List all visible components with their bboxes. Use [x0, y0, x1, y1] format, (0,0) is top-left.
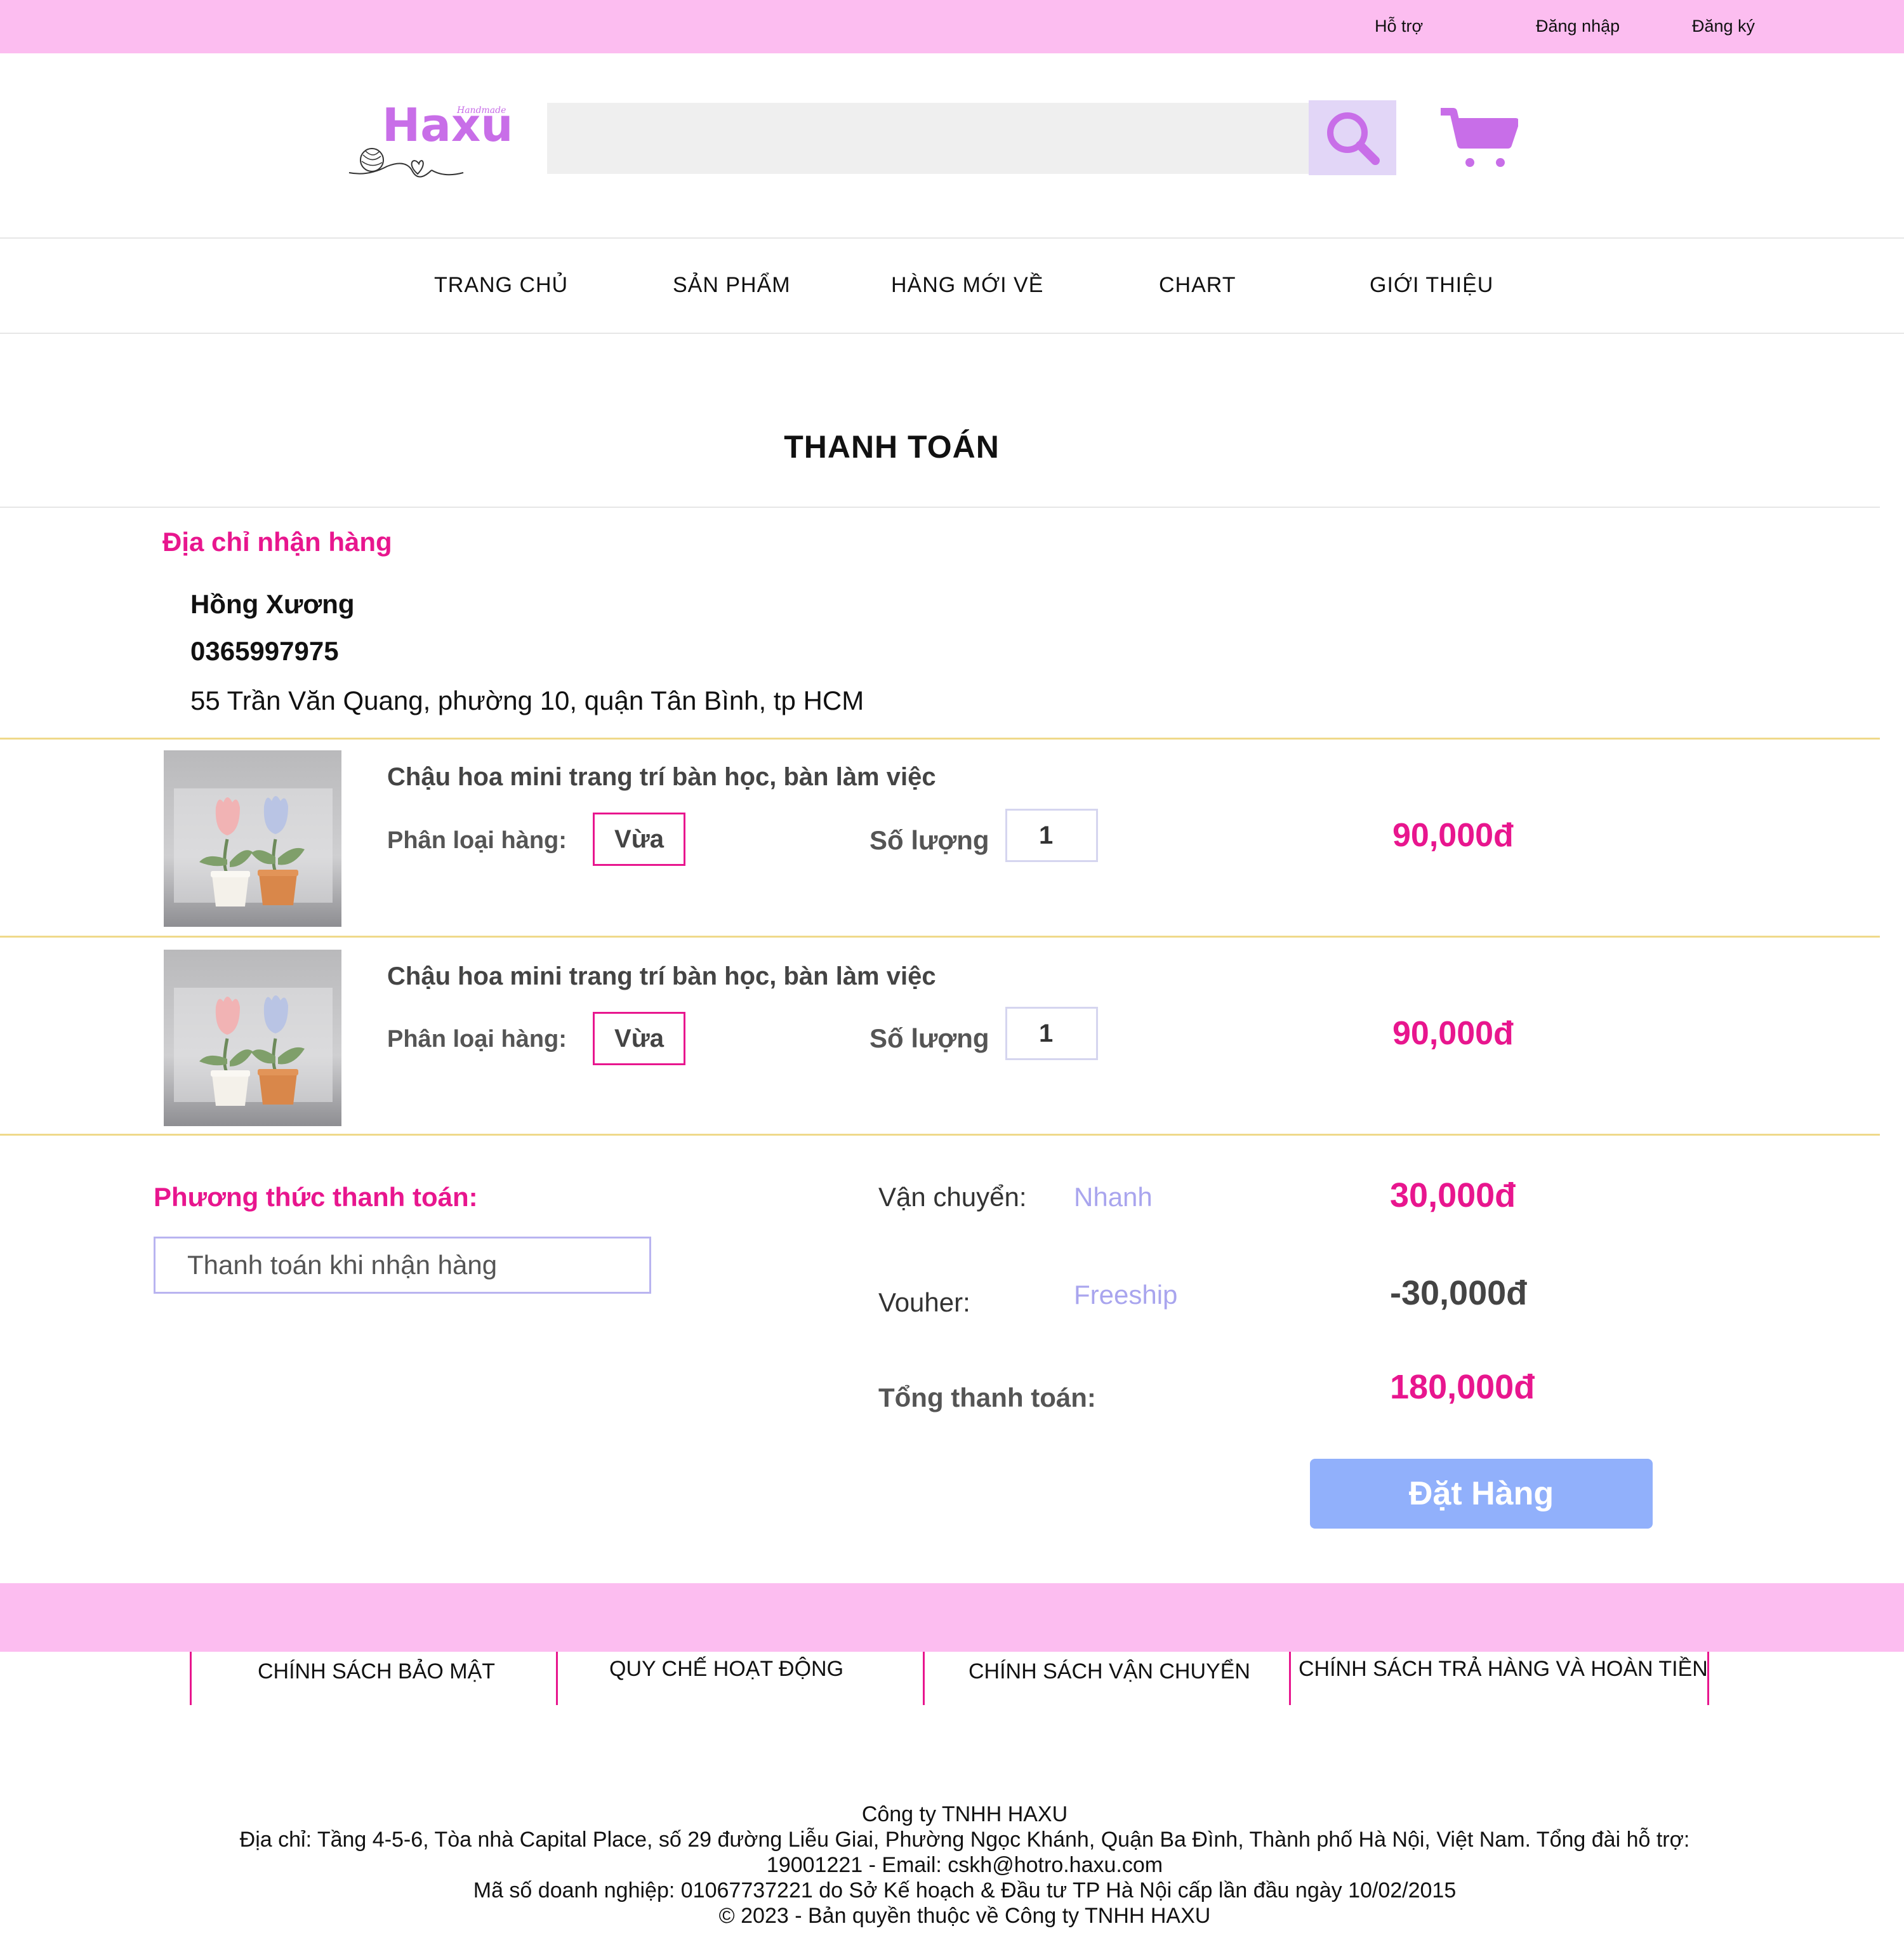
nav-new-arrivals[interactable]: HÀNG MỚI VỀ — [891, 273, 1043, 298]
login-link[interactable]: Đăng nhập — [1536, 17, 1620, 36]
shipping-amount: 30,000đ — [1390, 1176, 1516, 1214]
quantity-label: Số lượng — [869, 825, 989, 855]
search-button[interactable] — [1309, 100, 1396, 175]
product-name[interactable]: Chậu hoa mini trang trí bàn học, bàn làm… — [387, 763, 936, 792]
total-label: Tổng thanh toán: — [878, 1383, 1096, 1412]
footer-return-policy-link[interactable]: CHÍNH SÁCH TRẢ HÀNG VÀ HOÀN TIỀN — [1299, 1657, 1708, 1682]
payment-method-select[interactable]: Thanh toán khi nhận hàng — [154, 1237, 651, 1294]
quantity-input[interactable]: 1 — [1005, 1007, 1098, 1060]
shipping-type[interactable]: Nhanh — [1074, 1182, 1153, 1212]
svg-text:Handmade: Handmade — [456, 105, 506, 116]
footer-copyright: © 2023 - Bản quyền thuộc về Công ty TNHH… — [718, 1904, 1211, 1928]
total-amount: 180,000đ — [1390, 1368, 1535, 1406]
nav-chart[interactable]: CHART — [1159, 273, 1236, 298]
footer-shipping-policy-link[interactable]: CHÍNH SÁCH VẬN CHUYỂN — [969, 1659, 1250, 1684]
product-price: 90,000đ — [1392, 817, 1514, 854]
payment-method-title: Phương thức thanh toán: — [154, 1182, 478, 1212]
register-link[interactable]: Đăng ký — [1692, 17, 1755, 36]
product-name[interactable]: Chậu hoa mini trang trí bàn học, bàn làm… — [387, 962, 936, 991]
footer-contact: 19001221 - Email: cskh@hotro.haxu.com — [766, 1853, 1163, 1877]
voucher-type[interactable]: Freeship — [1074, 1280, 1177, 1310]
footer-divider — [190, 1652, 192, 1705]
footer-tax-id: Mã số doanh nghiệp: 01067737221 do Sở Kế… — [473, 1878, 1457, 1903]
support-link[interactable]: Hỗ trợ — [1375, 17, 1423, 36]
footer-divider — [923, 1652, 925, 1705]
page-title: THANH TOÁN — [784, 429, 1000, 465]
search-icon — [1327, 112, 1380, 165]
title-divider — [0, 507, 1880, 508]
variant-label: Phân loại hàng: — [387, 827, 567, 854]
quantity-label: Số lượng — [869, 1023, 989, 1053]
voucher-amount: -30,000đ — [1390, 1274, 1528, 1312]
variant-select[interactable]: Vừa — [593, 1012, 685, 1065]
footer-company: Công ty TNHH HAXU — [861, 1802, 1068, 1826]
voucher-label: Vouher: — [878, 1287, 970, 1317]
footer-band — [0, 1583, 1904, 1652]
address-title: Địa chỉ nhận hàng — [162, 527, 392, 557]
divider — [0, 738, 1880, 740]
footer-divider — [1289, 1652, 1291, 1705]
recipient-name: Hồng Xương — [190, 589, 355, 619]
footer-privacy-policy-link[interactable]: CHÍNH SÁCH BẢO MẬT — [258, 1659, 495, 1684]
recipient-phone: 0365997975 — [190, 636, 339, 666]
search-input[interactable] — [547, 103, 1309, 174]
divider — [0, 1134, 1880, 1136]
nav-products[interactable]: SẢN PHẨM — [673, 273, 791, 298]
nav-divider — [0, 333, 1904, 334]
product-image[interactable] — [164, 950, 341, 1126]
variant-select[interactable]: Vừa — [593, 813, 685, 866]
variant-label: Phân loại hàng: — [387, 1026, 567, 1053]
footer-operating-rules-link[interactable]: QUY CHẾ HOẠT ĐỘNG — [609, 1657, 843, 1682]
footer-divider — [556, 1652, 558, 1705]
cart-button[interactable] — [1439, 108, 1519, 171]
recipient-address: 55 Trần Văn Quang, phường 10, quận Tân B… — [190, 686, 864, 715]
product-image[interactable] — [164, 750, 341, 927]
nav-home[interactable]: TRANG CHỦ — [434, 273, 568, 298]
divider — [0, 936, 1880, 938]
product-price: 90,000đ — [1392, 1015, 1514, 1052]
quantity-input[interactable]: 1 — [1005, 809, 1098, 862]
nav-about[interactable]: GIỚI THIỆU — [1370, 273, 1493, 298]
cart-icon — [1441, 108, 1519, 167]
header-divider — [0, 237, 1904, 239]
shipping-label: Vận chuyển: — [878, 1182, 1027, 1212]
logo[interactable]: Haxu Handmade — [343, 95, 520, 197]
footer-address: Địa chỉ: Tầng 4-5-6, Tòa nhà Capital Pla… — [239, 1828, 1690, 1852]
place-order-button[interactable]: Đặt Hàng — [1310, 1459, 1653, 1529]
